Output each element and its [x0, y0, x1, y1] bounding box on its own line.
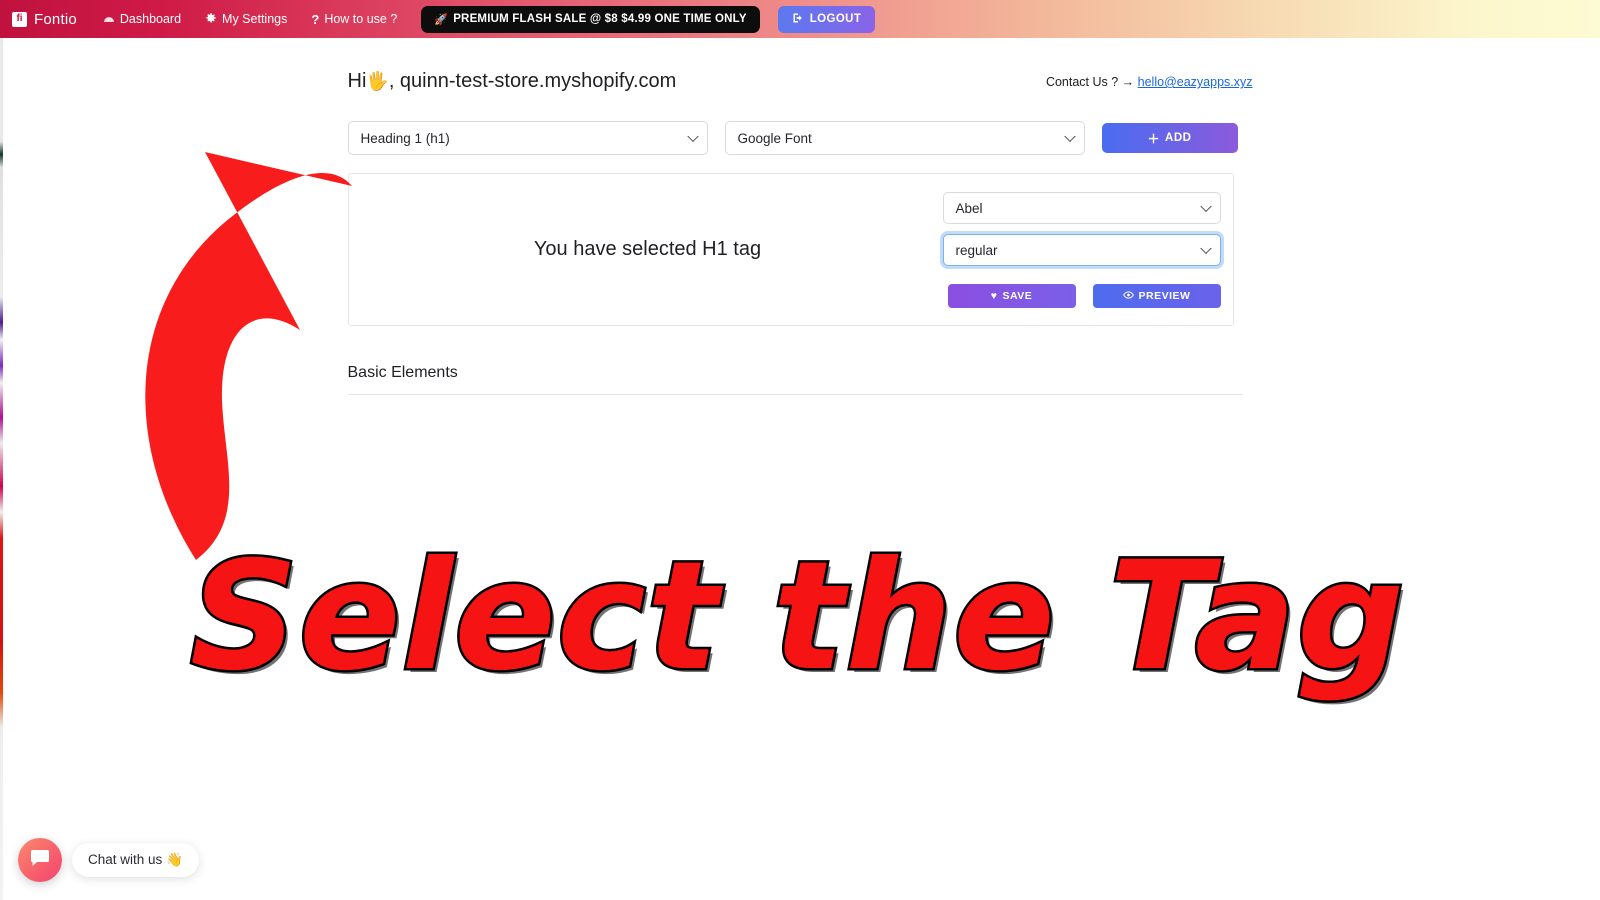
font-weight-select[interactable]: regular [942, 234, 1221, 266]
header-row: Hi🖐, quinn-test-store.myshopify.com Cont… [348, 38, 1253, 93]
content-inner: Hi🖐, quinn-test-store.myshopify.com Cont… [347, 38, 1253, 395]
store-domain: , quinn-test-store.myshopify.com [388, 70, 677, 92]
font-family-select-value: Abel [955, 200, 983, 216]
wave-emoji: 🖐 [366, 71, 389, 91]
logout-label: LOGOUT [809, 13, 862, 25]
dashboard-icon [103, 13, 115, 26]
plus-icon: ＋ [1147, 131, 1161, 146]
greeting-prefix: Hi [347, 70, 367, 92]
font-source-select[interactable]: Google Font [724, 121, 1085, 155]
font-config-card: You have selected H1 tag Abel regular ♥ [347, 173, 1234, 326]
selector-row: Heading 1 (h1) Google Font ＋ ADD [347, 121, 1253, 155]
chevron-down-icon [1199, 242, 1212, 255]
page-title: Hi🖐, quinn-test-store.myshopify.com [348, 70, 677, 93]
save-button[interactable]: ♥ SAVE [947, 284, 1076, 308]
card-button-row: ♥ SAVE PREVIEW [947, 284, 1221, 308]
add-button-label: ADD [1165, 132, 1192, 144]
chat-widget: Chat with us 👋 [18, 838, 199, 882]
tag-select[interactable]: Heading 1 (h1) [347, 121, 708, 155]
nav-item-dashboard[interactable]: Dashboard [103, 12, 181, 26]
font-source-select-value: Google Font [737, 130, 812, 146]
contact-us: Contact Us ? → hello@eazyapps.xyz [1046, 75, 1253, 93]
add-button[interactable]: ＋ ADD [1101, 123, 1238, 153]
logout-button[interactable]: LOGOUT [777, 5, 876, 33]
fontio-logo-icon: fi [12, 11, 27, 27]
tag-preview-area: You have selected H1 tag [349, 174, 933, 325]
chevron-down-icon [1063, 130, 1076, 143]
chat-bubble-icon [30, 849, 50, 872]
annotation-caption: Select the Tag [187, 528, 1406, 707]
eye-icon [1122, 290, 1134, 302]
nav-item-how-to-use-label: How to use ? [324, 12, 398, 26]
chevron-down-icon [1199, 200, 1212, 213]
top-navbar: fi Fontio Dashboard My Settings ? How to… [0, 0, 1600, 38]
rocket-icon: 🚀 [434, 13, 449, 26]
logout-icon [792, 12, 804, 27]
chat-label[interactable]: Chat with us 👋 [72, 843, 199, 877]
tag-preview-text: You have selected H1 tag [533, 238, 762, 260]
card-controls: Abel regular ♥ SAVE PREVIEW [933, 174, 1233, 325]
contact-email-link[interactable]: hello@eazyapps.xyz [1138, 75, 1253, 89]
app-root: fi Fontio Dashboard My Settings ? How to… [0, 0, 1600, 900]
nav-item-how-to-use[interactable]: ? How to use ? [311, 12, 397, 26]
section-divider [347, 394, 1243, 395]
contact-us-label: Contact Us ? → [1045, 75, 1135, 89]
flash-sale-label: PREMIUM FLASH SALE @ $8 $4.99 ONE TIME O… [453, 13, 747, 25]
nav-item-my-settings-label: My Settings [222, 12, 288, 26]
brand-name: Fontio [34, 10, 77, 28]
preview-button-label: PREVIEW [1138, 290, 1191, 302]
basic-elements-title: Basic Elements [347, 364, 458, 381]
flash-sale-badge[interactable]: 🚀 PREMIUM FLASH SALE @ $8 $4.99 ONE TIME… [421, 5, 760, 33]
nav-item-my-settings[interactable]: My Settings [205, 12, 287, 27]
question-icon: ? [311, 11, 320, 27]
preview-button[interactable]: PREVIEW [1092, 284, 1221, 308]
font-weight-select-value: regular [955, 242, 998, 258]
heart-icon: ♥ [990, 290, 998, 302]
nav-item-dashboard-label: Dashboard [119, 12, 182, 26]
font-family-select[interactable]: Abel [942, 192, 1221, 224]
save-button-label: SAVE [1002, 290, 1033, 302]
tag-select-value: Heading 1 (h1) [360, 130, 450, 146]
gear-icon [205, 12, 217, 27]
chat-launcher-button[interactable] [18, 838, 62, 882]
brand-logo[interactable]: fi Fontio [12, 11, 77, 28]
chevron-down-icon [686, 130, 699, 143]
page-content: Hi🖐, quinn-test-store.myshopify.com Cont… [0, 38, 1600, 395]
